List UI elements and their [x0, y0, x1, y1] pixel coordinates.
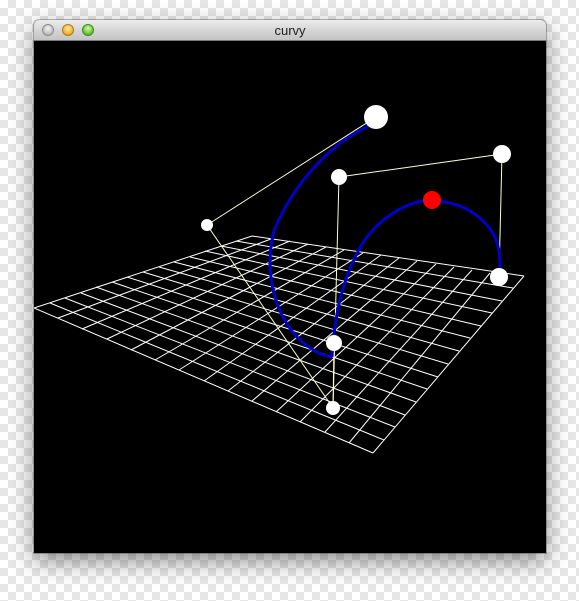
window-title: curvy: [274, 23, 306, 38]
gl-viewport[interactable]: [34, 41, 546, 553]
scene-canvas[interactable]: [34, 41, 546, 553]
title-bar[interactable]: curvy: [34, 20, 546, 41]
control-point[interactable]: [326, 335, 342, 351]
selected-control-point[interactable]: [423, 191, 441, 209]
control-point[interactable]: [331, 169, 347, 185]
scene-background: [34, 41, 546, 553]
control-point[interactable]: [493, 145, 511, 163]
control-point[interactable]: [364, 105, 388, 129]
control-point[interactable]: [326, 401, 340, 415]
control-point[interactable]: [490, 268, 508, 286]
app-window: curvy: [34, 20, 546, 553]
control-point[interactable]: [201, 219, 213, 231]
